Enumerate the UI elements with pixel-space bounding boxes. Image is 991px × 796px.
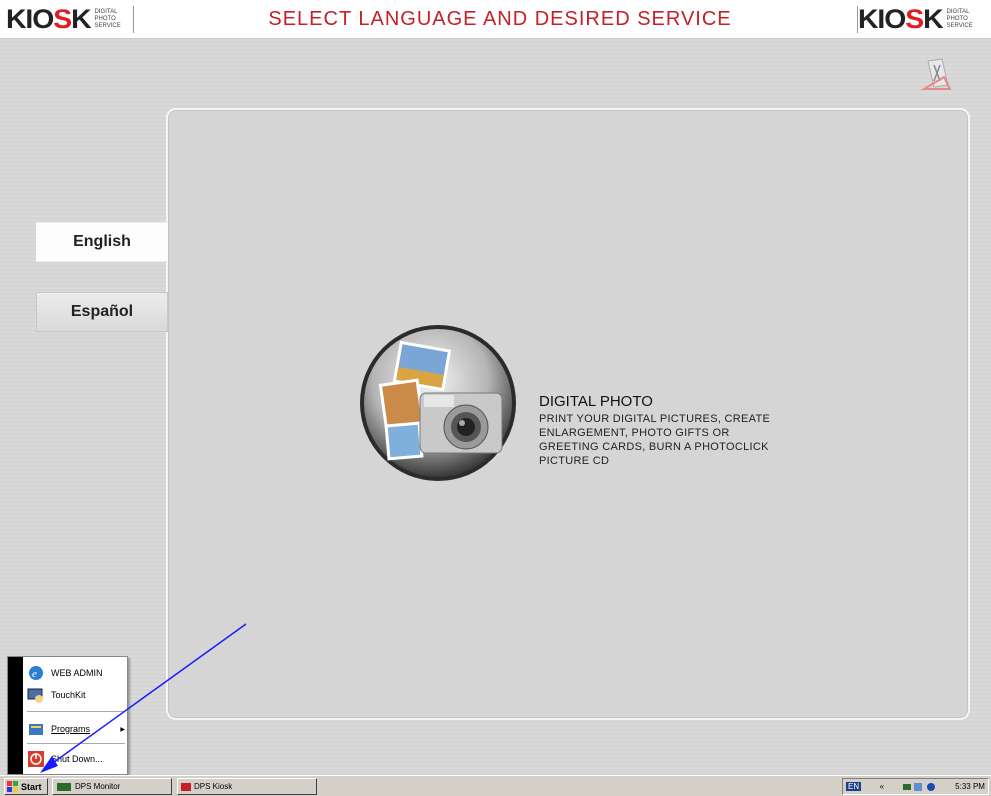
submenu-arrow-icon: ▶ xyxy=(120,726,125,733)
windows-logo-icon xyxy=(7,780,18,792)
start-menu-separator xyxy=(27,743,125,744)
svg-text:e: e xyxy=(32,668,37,680)
language-english-button[interactable]: English xyxy=(36,222,168,262)
kiosk-app-icon xyxy=(181,782,191,791)
language-spanish-button[interactable]: Español xyxy=(36,292,168,332)
monitor-app-icon xyxy=(57,782,71,791)
service-description: PRINT YOUR DIGITAL PICTURES, CREATE ENLA… xyxy=(539,413,771,467)
taskbar: Start DPS Monitor DPS Kiosk EN « 5:33 PM xyxy=(0,775,991,796)
start-menu-item-shutdown[interactable]: Shut Down... xyxy=(27,747,103,771)
system-tray: EN « 5:33 PM xyxy=(842,778,989,795)
header-divider xyxy=(133,6,134,33)
header-bar: KIOSK DIGITAL PHOTO SERVICE SELECT LANGUAG… xyxy=(0,0,991,39)
kiosk-logo-right: KIOSK DIGITAL PHOTO SERVICE xyxy=(857,3,973,34)
tray-expand-icon[interactable]: « xyxy=(880,782,884,791)
page-title: SELECT LANGUAGE AND DESIRED SERVICE xyxy=(268,8,732,30)
start-button[interactable]: Start xyxy=(4,778,48,795)
start-menu: e WEB ADMIN TouchKit Programs ▶ Shut Dow… xyxy=(7,656,128,775)
language-indicator[interactable]: EN xyxy=(846,782,862,791)
touchkit-icon xyxy=(27,688,43,703)
clock: 5:33 PM xyxy=(955,782,985,791)
ie-icon: e xyxy=(29,666,43,680)
start-menu-separator xyxy=(27,711,125,712)
taskbar-item-dps-monitor[interactable]: DPS Monitor xyxy=(52,778,172,795)
start-menu-item-touchkit[interactable]: TouchKit xyxy=(27,683,86,707)
start-menu-item-web-admin[interactable]: e WEB ADMIN xyxy=(27,661,103,685)
taskbar-item-dps-kiosk[interactable]: DPS Kiosk xyxy=(177,778,317,795)
kiosk-logo-left: KIOSK DIGITAL PHOTO SERVICE xyxy=(5,3,121,34)
programs-icon xyxy=(29,724,43,735)
camera-icon[interactable] xyxy=(358,323,518,483)
start-menu-item-programs[interactable]: Programs ▶ xyxy=(27,717,125,741)
exit-icon[interactable] xyxy=(920,55,954,93)
service-title: DIGITAL PHOTO xyxy=(539,393,653,410)
start-menu-banner xyxy=(8,657,23,774)
digital-photo-service[interactable]: DIGITAL PHOTO PRINT YOUR DIGITAL PICTURE… xyxy=(358,323,778,483)
tray-icons[interactable] xyxy=(902,782,937,792)
shutdown-icon xyxy=(28,751,44,767)
